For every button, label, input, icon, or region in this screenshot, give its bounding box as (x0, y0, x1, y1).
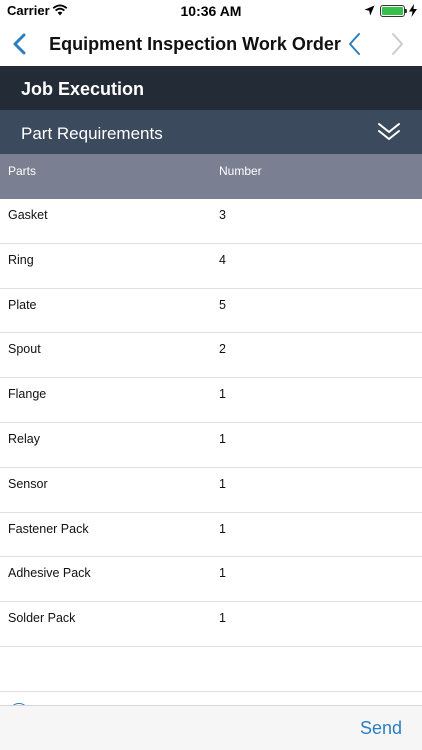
table-row[interactable]: Relay 1 (0, 423, 422, 468)
battery-level (382, 7, 403, 15)
next-record-button[interactable] (386, 30, 408, 58)
charging-bolt-icon (409, 4, 417, 17)
table-row[interactable]: Plate 5 (0, 289, 422, 334)
chevron-left-icon (349, 33, 360, 55)
part-number: 4 (219, 252, 226, 267)
part-name: Spout (8, 342, 41, 357)
navigation-bar: Equipment Inspection Work Order (0, 22, 422, 66)
part-name: Fastener Pack (8, 521, 89, 536)
table-row[interactable]: Fastener Pack 1 (0, 513, 422, 558)
part-number: 1 (219, 611, 226, 626)
status-time: 10:36 AM (180, 3, 242, 19)
part-requirements-header[interactable]: Part Requirements (0, 110, 422, 154)
table-row[interactable]: Sensor 1 (0, 468, 422, 513)
part-number: 2 (219, 342, 226, 357)
back-button[interactable] (8, 30, 34, 58)
chevron-left-icon (13, 33, 26, 55)
part-name: Adhesive Pack (8, 566, 91, 581)
part-number: 5 (219, 297, 226, 312)
parts-table-header: Parts Number (0, 154, 422, 199)
part-number: 1 (219, 431, 226, 446)
double-chevron-down-icon[interactable] (376, 120, 402, 144)
location-arrow-icon (364, 5, 375, 16)
page-title: Equipment Inspection Work Order (49, 34, 341, 54)
status-bar: Carrier 10:36 AM (0, 0, 422, 22)
column-header-parts: Parts (8, 164, 37, 178)
table-row[interactable]: Solder Pack 1 (0, 602, 422, 647)
part-number: 3 (219, 208, 226, 222)
table-row-empty (0, 647, 422, 692)
part-number: 1 (219, 521, 226, 536)
part-name: Solder Pack (8, 611, 76, 626)
column-header-number: Number (219, 164, 262, 178)
part-name: Plate (8, 297, 37, 312)
part-name: Relay (8, 431, 40, 446)
battery-icon (380, 5, 405, 17)
send-button[interactable]: Send (360, 718, 402, 739)
table-row[interactable]: Adhesive Pack 1 (0, 557, 422, 603)
table-row[interactable]: Flange 1 (0, 378, 422, 423)
parts-table-body: Gasket 3 Ring 4 Plate 5 Spout 2 Flange 1… (0, 199, 422, 692)
part-number: 1 (219, 476, 226, 491)
chevron-right-icon (392, 33, 403, 55)
bottom-toolbar: Send (0, 705, 422, 750)
job-execution-title: Job Execution (21, 79, 145, 99)
part-name: Gasket (8, 208, 48, 222)
table-row[interactable]: Spout 2 (0, 333, 422, 379)
part-requirements-title: Part Requirements (21, 124, 163, 143)
previous-record-button[interactable] (344, 30, 366, 58)
part-number: 1 (219, 387, 226, 402)
table-row[interactable]: Gasket 3 (0, 199, 422, 244)
part-name: Flange (8, 387, 47, 402)
table-row[interactable]: Ring 4 (0, 244, 422, 289)
battery-cap (405, 9, 407, 13)
part-name: Sensor (8, 476, 48, 491)
job-execution-header: Job Execution (0, 66, 422, 110)
part-number: 1 (219, 566, 226, 581)
part-name: Ring (8, 252, 34, 267)
